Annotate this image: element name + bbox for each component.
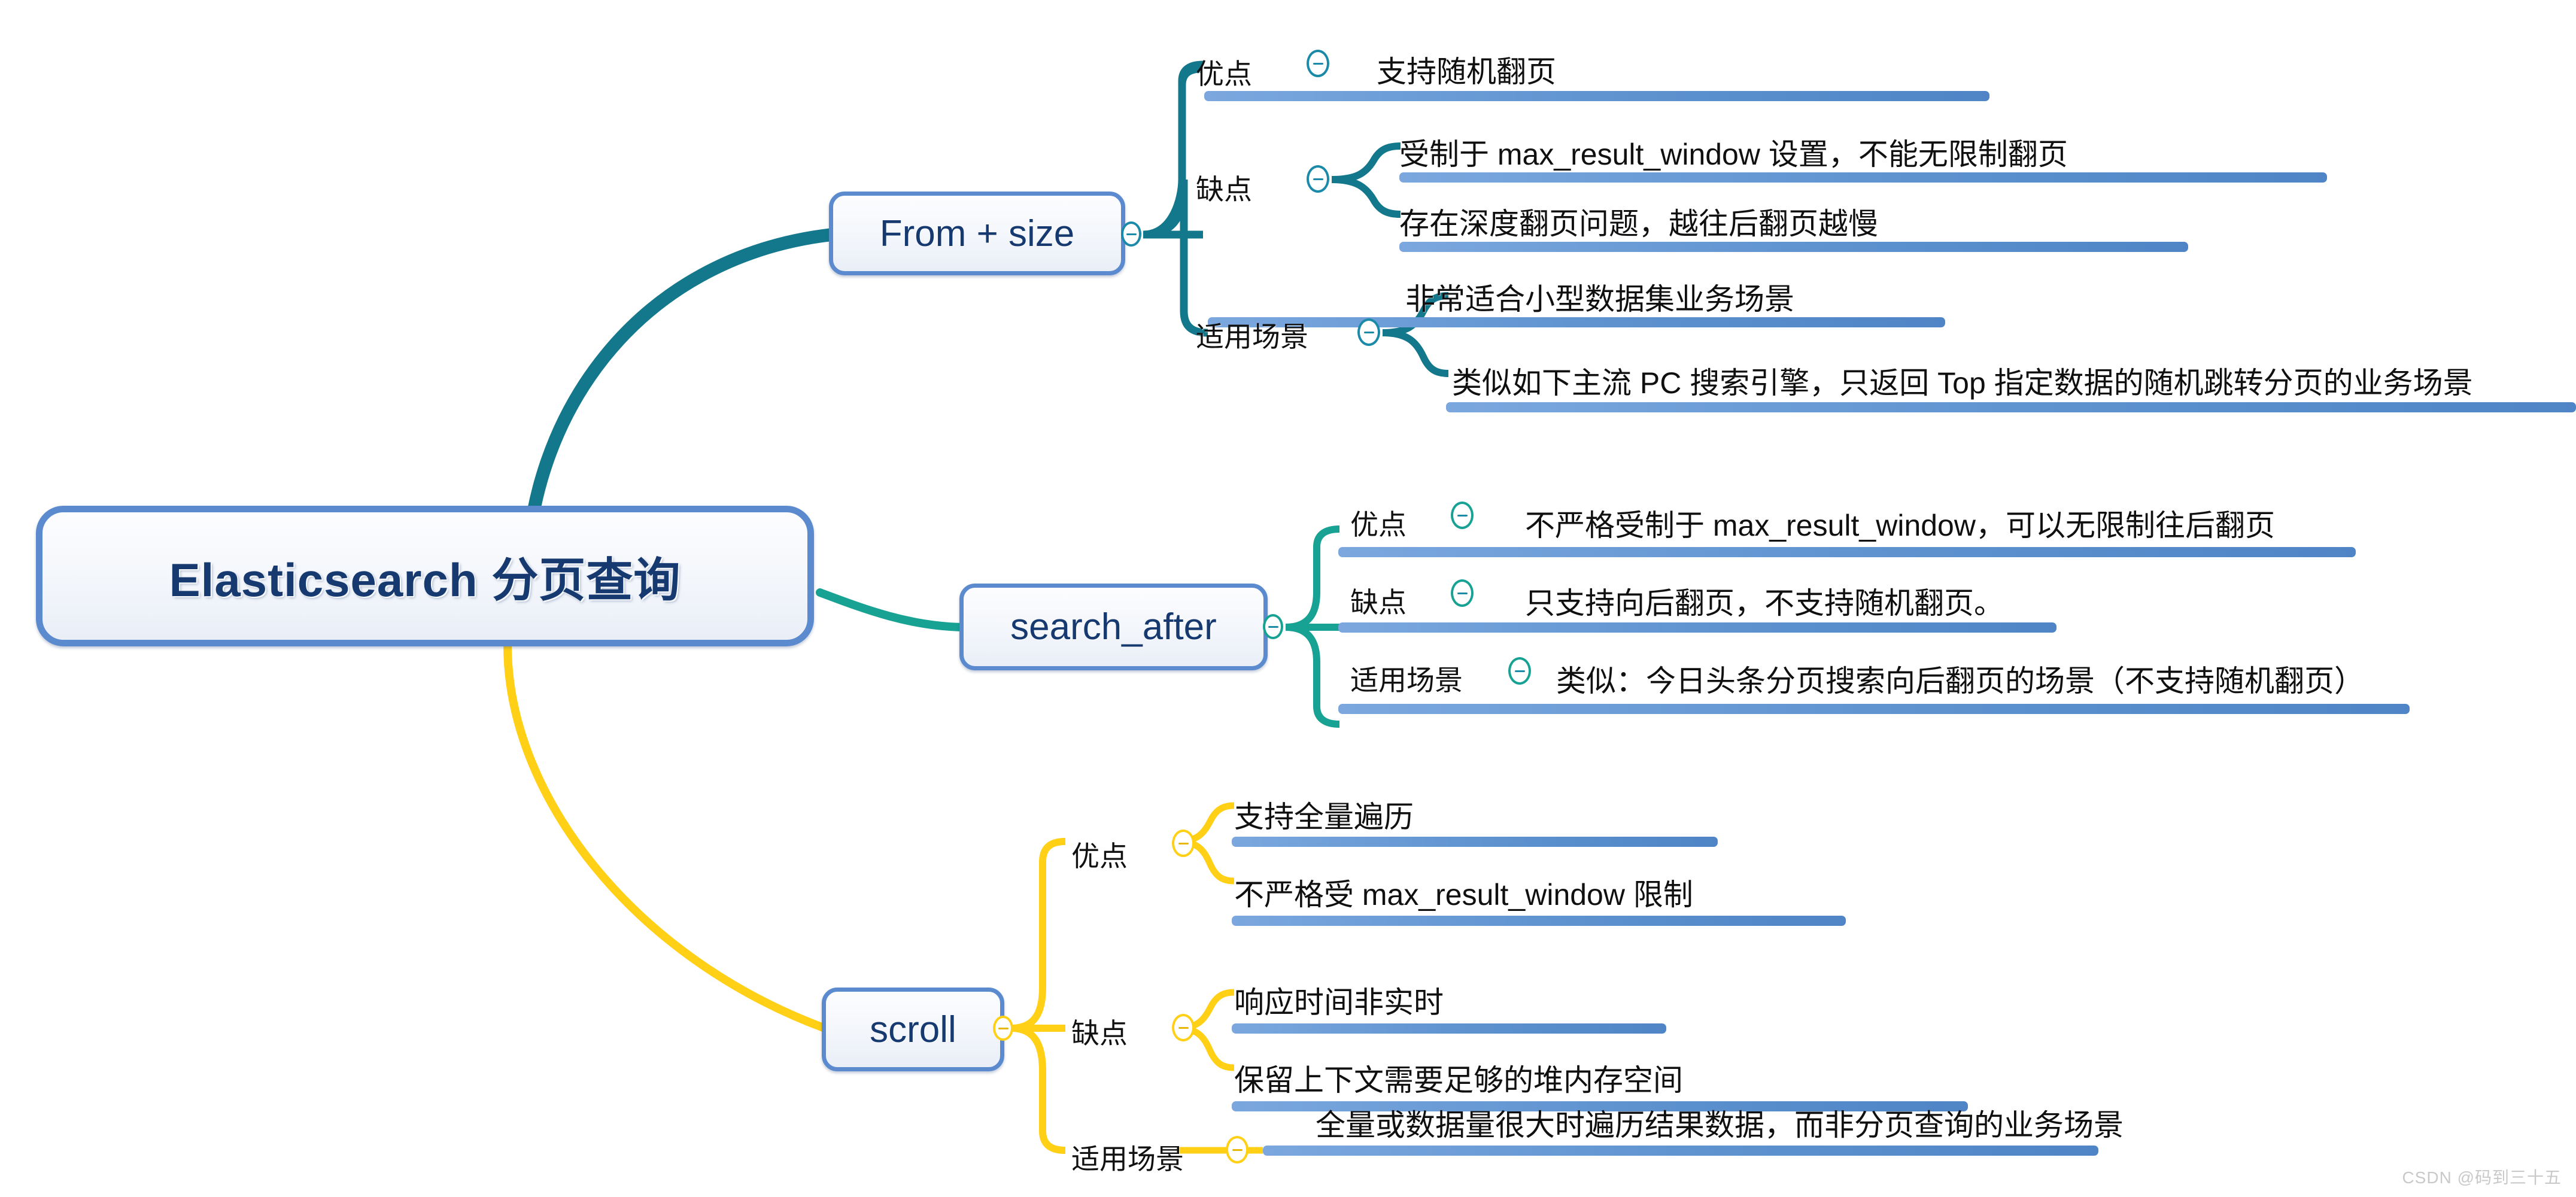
underline-2: [1399, 172, 2327, 183]
collapse-icon-search-after-usecase[interactable]: [1508, 657, 1531, 685]
wire-root-searchafter: [816, 588, 967, 631]
collapse-icon-from-size[interactable]: [1121, 221, 1141, 247]
underline-4: [1208, 317, 1945, 327]
collapse-icon-from-size-usecase[interactable]: [1357, 318, 1380, 346]
collapse-icon-from-size-cons[interactable]: [1307, 165, 1329, 193]
wire-cons-item2: [1331, 176, 1401, 218]
wire-scroll-pros: [1011, 838, 1066, 1032]
wire-fromsize-trunk-up: [1143, 180, 1188, 239]
branch-node-search-after-label: search_after: [1010, 606, 1217, 648]
underline-9: [1232, 837, 1718, 847]
branch-node-search-after[interactable]: search_after: [959, 584, 1268, 670]
mindmap-canvas: Elasticsearch 分页查询 From + size search_af…: [0, 0, 2576, 1197]
wire-sa-pros: [1285, 525, 1340, 631]
wire-cons-item1: [1331, 142, 1401, 183]
leaf-text: 不严格受制于 max_result_window，可以无限制往后翻页: [1525, 509, 2275, 542]
leaf-text: 非常适合小型数据集业务场景: [1405, 282, 1794, 316]
leaf-text: 不严格受 max_result_window 限制: [1234, 878, 1693, 912]
category-label-from-size-pros: 优点: [1196, 58, 1252, 90]
underline-11: [1232, 1023, 1666, 1034]
collapse-icon-from-size-pros[interactable]: [1307, 50, 1329, 77]
underline-6: [1338, 547, 2356, 557]
category-label-from-size-cons: 缺点: [1196, 174, 1252, 205]
category-label-search-after-cons: 缺点: [1350, 587, 1407, 618]
leaf-text: 受制于 max_result_window 设置，不能无限制翻页: [1399, 138, 2068, 171]
wire-scroll-usecase: [1011, 1025, 1066, 1154]
watermark: CSDN @码到三十五: [2402, 1168, 2562, 1187]
underline-3: [1399, 242, 2188, 252]
root-node[interactable]: Elasticsearch 分页查询: [36, 506, 814, 646]
leaf-text: 只支持向后翻页，不支持随机翻页。: [1525, 587, 2004, 620]
category-label-scroll-cons: 缺点: [1071, 1017, 1128, 1049]
leaf-text: 类似如下主流 PC 搜索引擎，只返回 Top 指定数据的随机跳转分页的业务场景: [1452, 366, 2473, 400]
collapse-icon-scroll-usecase[interactable]: [1226, 1136, 1248, 1163]
underline-1: [1204, 91, 1989, 101]
underline-10: [1232, 916, 1846, 926]
leaf-text: 支持全量遍历: [1234, 800, 1414, 834]
underline-13: [1263, 1146, 2098, 1156]
wire-fromsize-spine: [1143, 60, 1204, 239]
leaf-text: 全量或数据量很大时遍历结果数据，而非分页查询的业务场景: [1316, 1108, 2124, 1142]
branch-node-from-size-label: From + size: [879, 212, 1075, 254]
category-label-scroll-pros: 优点: [1071, 840, 1128, 872]
underline-7: [1338, 622, 2056, 633]
underline-5: [1446, 402, 2576, 412]
leaf-text: 存在深度翻页问题，越往后翻页越慢: [1399, 207, 1878, 241]
branch-node-from-size[interactable]: From + size: [829, 192, 1125, 275]
branch-node-scroll-label: scroll: [870, 1008, 956, 1050]
collapse-icon-search-after-cons[interactable]: [1451, 579, 1474, 607]
wire-fromsize-pros: [1143, 65, 1202, 239]
collapse-icon-search-after[interactable]: [1263, 614, 1283, 639]
wire-root-scroll: [503, 641, 829, 1032]
collapse-icon-search-after-pros[interactable]: [1451, 502, 1474, 529]
category-label-search-after-usecase: 适用场景: [1350, 664, 1463, 696]
category-label-search-after-pros: 优点: [1350, 509, 1407, 540]
root-node-label: Elasticsearch 分页查询: [169, 553, 681, 606]
leaf-text: 类似：今日头条分页搜索向后翻页的场景（不支持随机翻页）: [1556, 664, 2364, 698]
leaf-text: 响应时间非实时: [1234, 986, 1444, 1019]
collapse-icon-scroll-pros[interactable]: [1172, 830, 1195, 857]
category-label-from-size-usecase: 适用场景: [1196, 321, 1308, 353]
collapse-icon-scroll[interactable]: [993, 1016, 1013, 1041]
category-label-scroll-usecase: 适用场景: [1071, 1143, 1184, 1175]
underline-8: [1338, 704, 2410, 714]
wire-usecase-item2: [1382, 329, 1449, 377]
leaf-text: 支持随机翻页: [1377, 55, 1556, 89]
wire-sa-usecase: [1285, 624, 1340, 728]
branch-node-scroll[interactable]: scroll: [822, 988, 1004, 1071]
collapse-icon-scroll-cons[interactable]: [1172, 1014, 1195, 1041]
leaf-text: 保留上下文需要足够的堆内存空间: [1234, 1064, 1683, 1097]
